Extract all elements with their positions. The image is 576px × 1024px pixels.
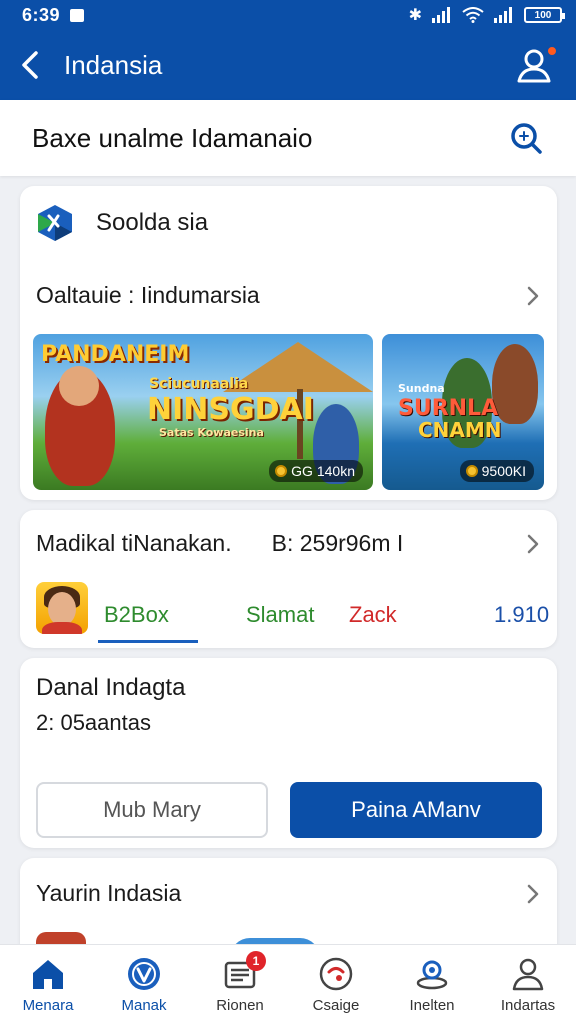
brand-header: Soolda sia — [36, 204, 208, 242]
back-button[interactable] — [0, 30, 60, 100]
nav-item-csaige[interactable]: Csaige — [288, 945, 384, 1024]
banner-small-text: Sciucunaalia — [149, 376, 249, 392]
info-title: Danal Indagta — [36, 674, 186, 701]
medical-title: Madikal tiNanakan. — [36, 530, 232, 556]
info-subtitle: 2: 05aantas — [36, 710, 151, 735]
game-card: Soolda sia Oaltauie : Iindumarsia PANDAN… — [20, 186, 557, 500]
avatar[interactable] — [36, 582, 88, 634]
active-tab-indicator — [98, 640, 198, 643]
price-badge: GG 140kn — [269, 460, 363, 482]
price-text: 9500KI — [481, 463, 526, 479]
account-button[interactable] — [514, 45, 558, 85]
game-banner[interactable]: Sundna SURNLA CNAMN 9500KI — [382, 334, 544, 490]
medical-value: B: 259r96m I — [271, 530, 404, 556]
nav-label: Inelten — [409, 997, 455, 1014]
notification-badge: 1 — [246, 951, 266, 971]
chevron-right-icon — [527, 884, 539, 903]
compass-icon — [128, 958, 160, 990]
tab-value[interactable]: 1.910 — [494, 602, 549, 628]
battery-icon: 100 — [524, 7, 565, 23]
nav-item-indartas[interactable]: Indartas — [480, 945, 576, 1024]
game-banner[interactable]: PANDANEIM Sciucunaalia NINSGDAI Satas Ko… — [33, 334, 373, 490]
section-row-bottom[interactable]: Yaurin Indasia — [36, 880, 543, 907]
chevron-left-icon — [22, 51, 38, 79]
bluetooth-icon: ✱ — [408, 7, 422, 24]
signal-icon — [432, 7, 450, 23]
banner-headline: PANDANEIM — [41, 342, 190, 367]
section-title: Oaltauie : Iindumarsia — [36, 282, 260, 308]
nav-label: Indartas — [500, 997, 556, 1014]
status-icons: ✱ 100 — [408, 5, 565, 25]
location-icon — [416, 960, 448, 990]
nav-label: Csaige — [312, 997, 360, 1014]
info-card: Danal Indagta 2: 05aantas Mub Mary Paina… — [20, 658, 557, 848]
tab-slamat[interactable]: Slamat — [246, 602, 314, 628]
home-icon — [33, 960, 63, 989]
tab-b2box[interactable]: B2Box — [104, 602, 169, 628]
header-label: Baxe unalme Idamanaio — [32, 122, 313, 153]
coin-icon — [275, 465, 288, 477]
nav-label: Manak — [121, 997, 167, 1014]
nav-label: Menara — [22, 997, 74, 1014]
nav-item-manak[interactable]: Manak — [96, 945, 192, 1024]
coin-icon — [465, 465, 478, 477]
search-icon[interactable] — [508, 120, 544, 156]
tab-zack[interactable]: Zack — [349, 602, 397, 628]
nav-label: Rionen — [216, 997, 264, 1014]
wifi-icon — [462, 7, 484, 23]
profile-icon — [512, 958, 544, 991]
status-time: 6:39 — [22, 4, 61, 25]
price-badge: 9500KI — [459, 460, 534, 482]
avatar-shirt — [42, 622, 82, 634]
notification-icon — [70, 8, 85, 22]
nav-item-home[interactable]: Menara — [0, 945, 96, 1024]
chevron-right-icon — [527, 534, 539, 553]
secondary-button[interactable]: Mub Mary — [36, 782, 268, 838]
header-strip: Baxe unalme Idamanaio — [0, 100, 576, 176]
bottom-nav: Menara Manak 1 Rionen Csaige Inelten Ind… — [0, 944, 576, 1024]
brand-name: Soolda sia — [96, 209, 209, 236]
character-head — [59, 366, 99, 406]
bottom-card: Yaurin Indasia — [20, 858, 557, 958]
section-row-medical[interactable]: Madikal tiNanakan. B: 259r96m I — [36, 530, 543, 557]
avatar-face — [48, 592, 76, 626]
notification-dot — [546, 45, 558, 57]
nav-item-inelten[interactable]: Inelten — [384, 945, 480, 1024]
page-title: Indansia — [64, 49, 163, 80]
banner-caption: Satas Kowaesina — [159, 426, 264, 439]
medical-card: Madikal tiNanakan. B: 259r96m I B2Box Sl… — [20, 510, 557, 648]
bottom-card-title: Yaurin Indasia — [36, 880, 182, 906]
brand-logo-icon — [38, 205, 72, 241]
chat-icon — [319, 957, 353, 991]
character-figure — [492, 344, 538, 424]
app-bar: Indansia — [0, 30, 576, 100]
banner-small-text: Sundna — [398, 382, 445, 395]
price-text: GG 140kn — [291, 463, 355, 479]
nav-item-rionen[interactable]: 1 Rionen — [192, 945, 288, 1024]
signal-icon-2 — [494, 7, 512, 23]
status-bar: 6:39 ✱ 100 — [0, 0, 576, 30]
banner-main-text: NINSGDAI — [147, 392, 314, 427]
primary-button[interactable]: Paina AManv — [290, 782, 542, 838]
chevron-right-icon — [527, 286, 539, 305]
section-row-games[interactable]: Oaltauie : Iindumarsia — [36, 282, 543, 309]
battery-level: 100 — [534, 9, 552, 21]
banner-main-text-2: CNAMN — [418, 418, 502, 442]
